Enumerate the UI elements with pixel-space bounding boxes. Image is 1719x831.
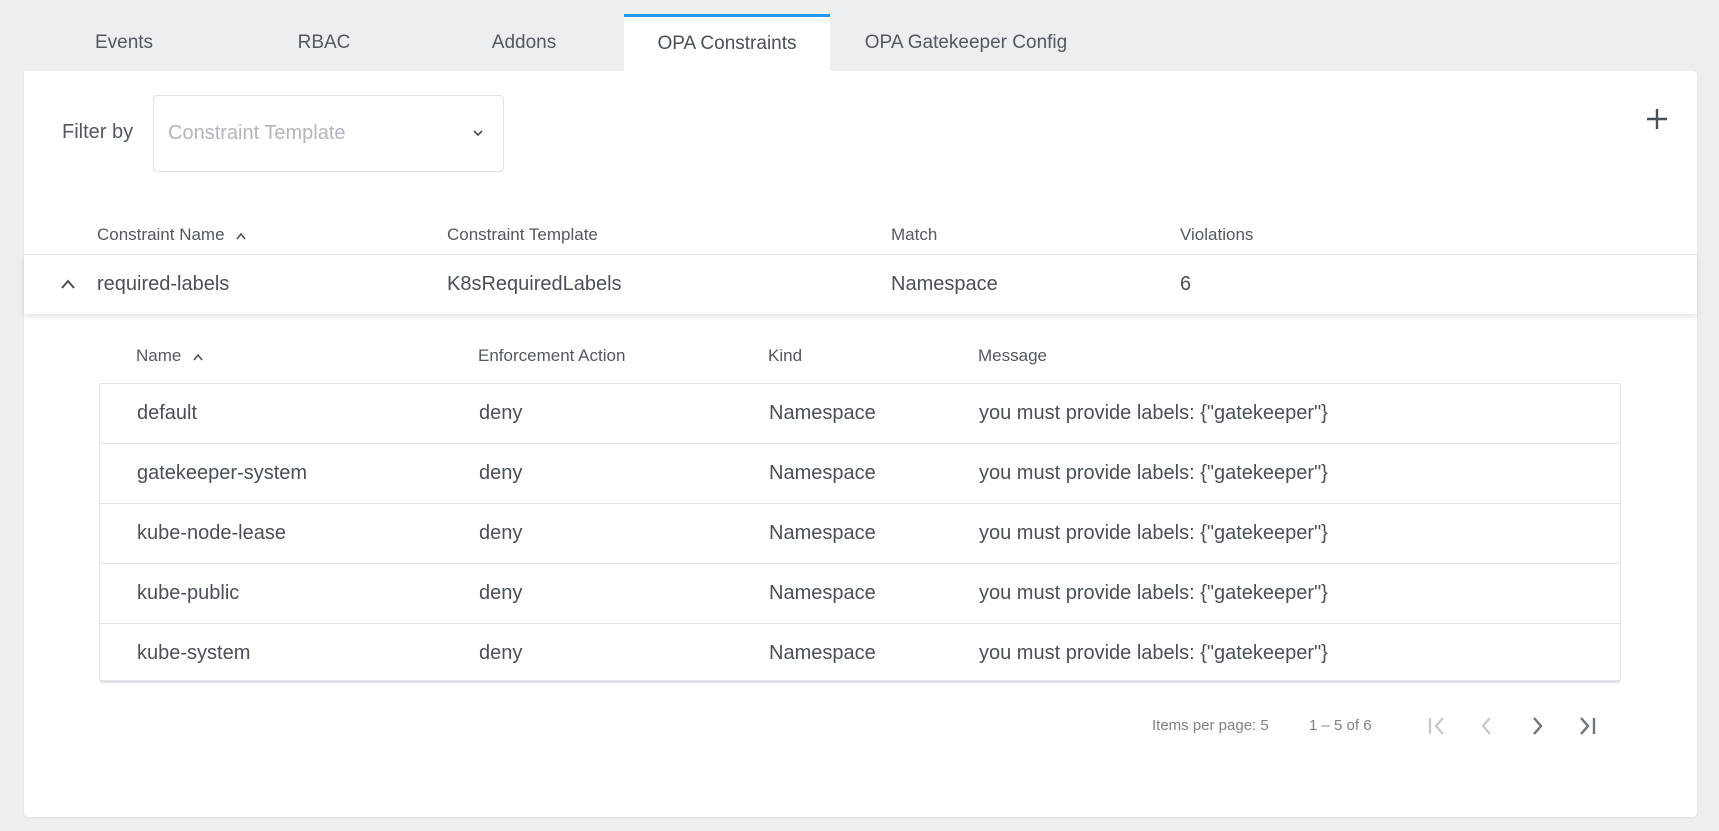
violation-action: deny — [479, 462, 523, 484]
violations-table-header: Name Enforcement Action Kind Message — [24, 334, 1697, 374]
table-row: default deny Namespace you must provide … — [100, 384, 1620, 444]
arrow-up-icon — [193, 353, 203, 360]
violation-action: deny — [479, 582, 523, 604]
constraints-table-header: Constraint Name Constraint Template Matc… — [24, 209, 1697, 255]
last-page-icon[interactable] — [1574, 713, 1600, 739]
constraints-card: Filter by Constraint Template Constraint… — [24, 71, 1697, 817]
paginator: Items per page: 5 1 – 5 of 6 — [24, 711, 1697, 741]
tab-rbac[interactable]: RBAC — [224, 14, 424, 71]
violations-table: default deny Namespace you must provide … — [99, 383, 1621, 683]
table-row: kube-system deny Namespace you must prov… — [100, 624, 1620, 682]
tab-bar: Events RBAC Addons OPA Constraints OPA G… — [24, 14, 1102, 71]
header-kind: Kind — [768, 346, 803, 365]
first-page-icon[interactable] — [1424, 713, 1450, 739]
violations-detail: Name Enforcement Action Kind Message def… — [24, 314, 1697, 774]
filter-label: Filter by — [62, 121, 134, 143]
tab-opa-constraints[interactable]: OPA Constraints — [624, 14, 830, 71]
header-message: Message — [978, 346, 1047, 365]
table-row: gatekeeper-system deny Namespace you mus… — [100, 444, 1620, 504]
violation-message: you must provide labels: {"gatekeeper"} — [979, 402, 1328, 424]
violation-action: deny — [479, 642, 523, 664]
plus-icon[interactable] — [1643, 105, 1671, 133]
header-match: Match — [891, 225, 938, 244]
violation-message: you must provide labels: {"gatekeeper"} — [979, 642, 1328, 664]
header-name[interactable]: Name — [136, 346, 204, 366]
constraint-violations: 6 — [1180, 273, 1192, 295]
page-range: 1 – 5 of 6 — [1309, 717, 1372, 734]
constraint-match: Namespace — [891, 273, 998, 295]
header-constraint-template: Constraint Template — [447, 225, 598, 244]
header-enforcement-action: Enforcement Action — [478, 346, 626, 365]
violation-message: you must provide labels: {"gatekeeper"} — [979, 462, 1328, 484]
arrow-up-icon — [236, 232, 246, 239]
violation-kind: Namespace — [769, 402, 876, 424]
violation-name: default — [137, 402, 198, 424]
violation-kind: Namespace — [769, 462, 876, 484]
table-row: kube-node-lease deny Namespace you must … — [100, 504, 1620, 564]
violation-kind: Namespace — [769, 582, 876, 604]
next-page-icon[interactable] — [1524, 713, 1550, 739]
header-label: Constraint Name — [97, 225, 225, 244]
violation-name: kube-public — [137, 582, 240, 604]
tab-events[interactable]: Events — [24, 14, 224, 71]
previous-page-icon[interactable] — [1474, 713, 1500, 739]
select-placeholder: Constraint Template — [168, 122, 346, 144]
tab-addons[interactable]: Addons — [424, 14, 624, 71]
header-constraint-name[interactable]: Constraint Name — [97, 225, 247, 245]
violation-message: you must provide labels: {"gatekeeper"} — [979, 582, 1328, 604]
header-label: Name — [136, 346, 182, 365]
violation-name: kube-node-lease — [137, 522, 286, 544]
violation-action: deny — [479, 402, 523, 424]
table-row: kube-public deny Namespace you must prov… — [100, 564, 1620, 624]
violation-name: gatekeeper-system — [137, 462, 308, 484]
violation-action: deny — [479, 522, 523, 544]
violation-kind: Namespace — [769, 522, 876, 544]
tab-opa-gatekeeper-config[interactable]: OPA Gatekeeper Config — [830, 14, 1102, 71]
violation-name: kube-system — [137, 642, 251, 664]
constraint-name: required-labels — [97, 273, 230, 295]
chevron-down-icon — [473, 130, 483, 137]
items-per-page: Items per page: 5 — [1152, 717, 1269, 734]
violation-kind: Namespace — [769, 642, 876, 664]
chevron-up-icon[interactable] — [60, 277, 76, 291]
violation-message: you must provide labels: {"gatekeeper"} — [979, 522, 1328, 544]
constraint-template-select[interactable]: Constraint Template — [153, 95, 504, 172]
table-row[interactable]: required-labels K8sRequiredLabels Namesp… — [24, 255, 1697, 314]
constraint-template: K8sRequiredLabels — [447, 273, 622, 295]
header-violations: Violations — [1180, 225, 1254, 244]
